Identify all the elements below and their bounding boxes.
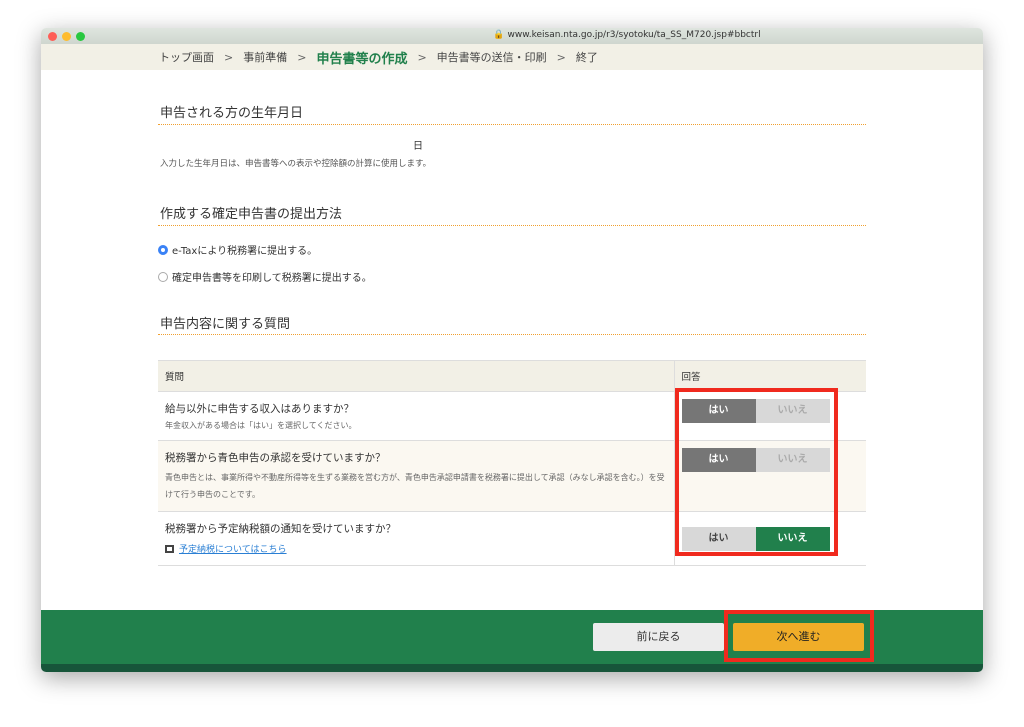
- day-label: 日: [413, 141, 423, 152]
- highlight-box-answers: [675, 388, 838, 556]
- section-heading-questions: 申告内容に関する質問: [160, 317, 291, 332]
- external-window-icon: [165, 545, 174, 553]
- divider: [158, 334, 866, 335]
- breadcrumb-step: トップ画面: [159, 51, 214, 64]
- divider: [158, 124, 866, 125]
- lock-icon: 🔒: [493, 30, 505, 40]
- breadcrumb-separator: >: [556, 50, 566, 64]
- radio-label: e-Taxにより税務署に提出する。: [172, 246, 318, 257]
- question-note: 青色申告とは、事業所得や不動産所得等を生ずる業務を営む方が、青色申告承認申請書を…: [165, 473, 665, 499]
- footer-bottom-strip: [41, 664, 983, 672]
- breadcrumb-step: 事前準備: [243, 51, 288, 64]
- address-bar[interactable]: 🔒 www.keisan.nta.go.jp/r3/syotoku/ta_SS_…: [41, 30, 983, 40]
- section-heading-birthdate: 申告される方の生年月日: [160, 106, 304, 121]
- back-button[interactable]: 前に戻る: [593, 623, 724, 651]
- advance-tax-info-link[interactable]: 予定納税についてはこちら: [179, 545, 287, 555]
- breadcrumb-separator: >: [224, 50, 234, 64]
- radio-etax[interactable]: e-Taxにより税務署に提出する。: [158, 239, 317, 258]
- radio-button[interactable]: [158, 271, 168, 282]
- breadcrumb-step: 申告書等の送信・印刷: [436, 51, 547, 64]
- column-header-answer: 回答: [674, 360, 866, 392]
- radio-label: 確定申告書等を印刷して税務署に提出する。: [172, 273, 372, 284]
- question-text: 税務署から青色申告の承認を受けていますか？: [165, 452, 386, 464]
- question-text: 給与以外に申告する収入はありますか？: [165, 403, 354, 415]
- breadcrumb-current-step: 申告書等の作成: [316, 51, 408, 67]
- browser-window: 🔒 www.keisan.nta.go.jp/r3/syotoku/ta_SS_…: [41, 28, 983, 672]
- breadcrumb: トップ画面 > 事前準備 > 申告書等の作成 > 申告書等の送信・印刷 > 終了: [41, 44, 983, 70]
- column-header-question: 質問: [158, 360, 675, 392]
- breadcrumb-step: 終了: [575, 51, 598, 64]
- breadcrumb-separator: >: [417, 50, 427, 64]
- divider: [158, 225, 866, 226]
- highlight-box-next: [724, 610, 874, 662]
- radio-button-selected[interactable]: [158, 244, 168, 255]
- breadcrumb-separator: >: [297, 50, 307, 64]
- table-header: 質問 回答: [158, 360, 866, 392]
- url-text: www.keisan.nta.go.jp/r3/syotoku/ta_SS_M7…: [507, 30, 761, 40]
- question-note: 年金収入がある場合は「はい」を選択してください。: [165, 421, 357, 430]
- section-heading-submit-method: 作成する確定申告書の提出方法: [160, 207, 343, 222]
- radio-print[interactable]: 確定申告書等を印刷して税務署に提出する。: [158, 266, 372, 285]
- birthdate-note: 入力した生年月日は、申告書等への表示や控除額の計算に使用します。: [160, 159, 432, 169]
- title-bar: 🔒 www.keisan.nta.go.jp/r3/syotoku/ta_SS_…: [41, 28, 983, 44]
- question-text: 税務署から予定納税額の通知を受けていますか？: [165, 523, 396, 535]
